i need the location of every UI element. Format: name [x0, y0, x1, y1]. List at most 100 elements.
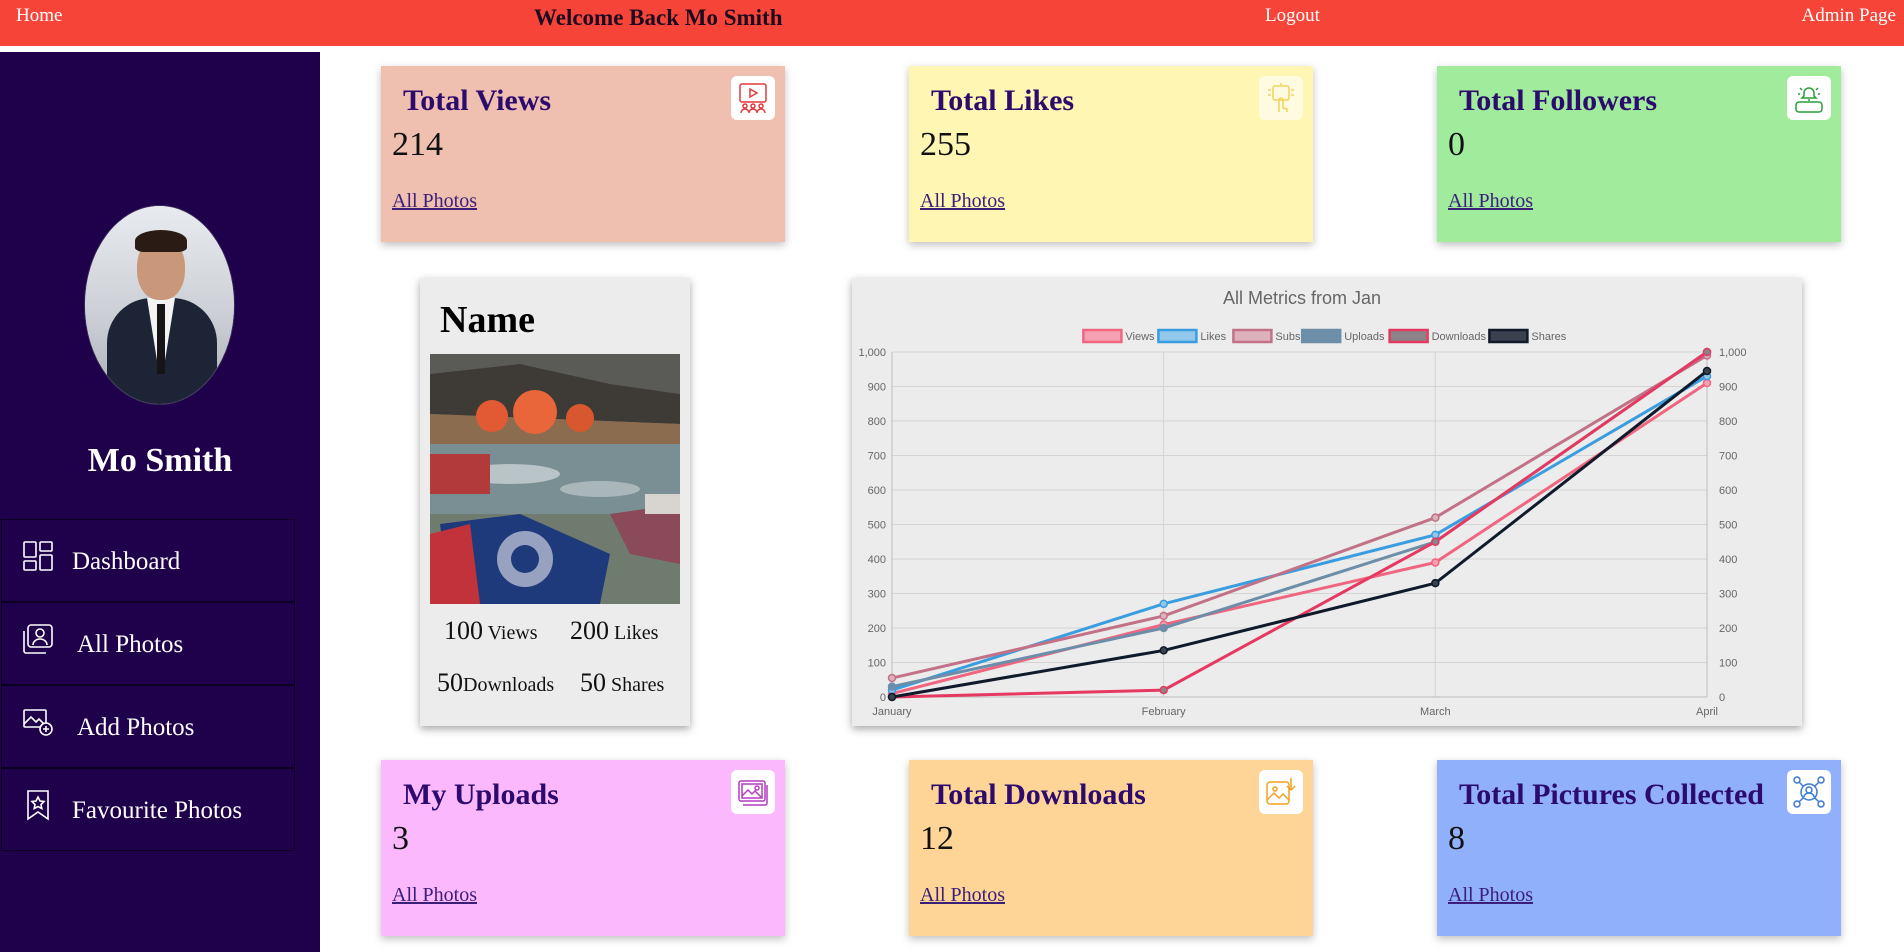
sidebar-item-dashboard[interactable]: Dashboard	[1, 519, 295, 602]
all-photos-link[interactable]: All Photos	[392, 190, 477, 213]
sidebar-item-all-photos[interactable]: All Photos	[1, 602, 295, 685]
legend-label: Views	[1125, 331, 1155, 343]
all-photos-link[interactable]: All Photos	[1448, 190, 1533, 213]
card-value: 8	[1448, 820, 1465, 857]
y-tick-label-right: 500	[1719, 520, 1737, 532]
card-title: Total Downloads	[931, 778, 1146, 811]
data-point	[1702, 366, 1712, 376]
legend-swatch	[1232, 328, 1273, 344]
metrics-chart-card: All Metrics from Jan 0 0 100 100 200 200 300 30…	[852, 278, 1802, 726]
y-tick-label-left: 100	[868, 658, 886, 670]
downloads-label: Downloads	[463, 674, 555, 696]
y-tick-label-left: 0	[880, 692, 886, 704]
views-count: 100	[444, 616, 483, 645]
all-photos-link[interactable]: All Photos	[1448, 884, 1533, 907]
y-tick-label-left: 300	[868, 589, 886, 601]
image-gallery-icon	[738, 780, 768, 806]
data-point	[1431, 537, 1440, 546]
series-line	[891, 354, 1708, 680]
legend-label: Likes	[1200, 331, 1226, 343]
y-tick-label-left: 600	[868, 485, 886, 497]
data-point	[1431, 558, 1440, 567]
data-point	[1431, 513, 1440, 522]
views-label: Views	[487, 622, 538, 644]
y-tick-label-left: 500	[868, 520, 886, 532]
all-photos-link[interactable]: All Photos	[920, 190, 1005, 213]
sidebar-item-label: All Photos	[77, 631, 184, 658]
all-photos-link[interactable]: All Photos	[920, 884, 1005, 907]
avatar	[84, 205, 235, 405]
y-tick-label-left: 700	[868, 451, 886, 463]
card-title: Total Views	[403, 84, 552, 117]
legend-swatch	[1488, 328, 1529, 344]
data-point	[1159, 623, 1168, 633]
likes-label: Likes	[614, 622, 659, 644]
add-photo-icon	[23, 709, 53, 736]
data-point	[1159, 599, 1168, 609]
all-photos-link[interactable]: All Photos	[392, 884, 477, 907]
data-point	[1159, 685, 1168, 695]
y-tick-label-right: 100	[1719, 658, 1737, 670]
data-point	[1159, 646, 1168, 655]
card-value: 3	[392, 820, 409, 857]
x-tick-label: January	[872, 706, 912, 718]
data-point	[1159, 611, 1168, 621]
subscribe-bell-icon	[1795, 87, 1823, 113]
sidebar-item-add-photos[interactable]: Add Photos	[1, 685, 295, 768]
admin-page-link[interactable]: Admin Page	[1802, 5, 1896, 27]
total-downloads-card: Total Downloads 12 All Photos	[909, 760, 1313, 936]
touch-screen-icon	[1268, 83, 1294, 112]
data-point	[1431, 530, 1440, 540]
y-tick-label-right: 300	[1719, 589, 1737, 601]
sidebar-item-favourite-photos[interactable]: Favourite Photos	[1, 768, 295, 851]
y-tick-label-right: 700	[1719, 451, 1737, 463]
legend-label: Downloads	[1432, 331, 1487, 343]
total-views-card: Total Views 214 All Photos	[381, 66, 785, 242]
shares-label: Shares	[611, 674, 665, 696]
total-followers-card: Total Followers 0 All Photos	[1437, 66, 1841, 242]
video-presentation-icon	[739, 83, 767, 114]
sidebar-item-label: Favourite Photos	[72, 797, 243, 824]
photo-name: Name	[440, 299, 535, 341]
x-tick-label: April	[1696, 706, 1718, 718]
y-tick-label-right: 0	[1719, 692, 1725, 704]
y-tick-label-right: 1,000	[1719, 347, 1747, 359]
bookmark-star-icon	[27, 790, 49, 821]
x-tick-label: March	[1420, 706, 1451, 718]
chart-title: All Metrics from Jan	[1223, 288, 1381, 308]
x-tick-label: February	[1142, 706, 1187, 718]
legend-swatch	[1082, 328, 1123, 344]
legend-label: Shares	[1531, 331, 1566, 343]
card-title: Total Pictures Collected	[1459, 778, 1764, 811]
data-point	[1431, 578, 1440, 588]
y-tick-label-right: 600	[1719, 485, 1737, 497]
y-tick-label-left: 1,000	[858, 347, 886, 359]
logout-link[interactable]: Logout	[1265, 5, 1320, 27]
total-pictures-collected-card: Total Pictures Collected 8 All Photos	[1437, 760, 1841, 936]
data-point	[1702, 347, 1712, 357]
welcome-message: Welcome Back Mo Smith	[534, 5, 783, 30]
legend-swatch	[1157, 328, 1198, 344]
shares-count: 50	[580, 668, 606, 697]
sidebar: Mo Smith Dashboard All Photos Add Photos	[0, 52, 320, 952]
legend-label: Subs	[1275, 331, 1301, 343]
metrics-line-chart: All Metrics from Jan 0 0 100 100 200 200 300 30…	[858, 288, 1747, 718]
legend-swatch	[1388, 328, 1429, 344]
y-tick-label-left: 800	[868, 416, 886, 428]
card-value: 255	[920, 126, 971, 163]
total-likes-card: Total Likes 255 All Photos	[909, 66, 1313, 242]
legend-swatch	[1300, 328, 1342, 344]
series-line	[891, 350, 1708, 689]
dashboard-icon	[23, 541, 53, 571]
y-tick-label-right: 200	[1719, 623, 1737, 635]
series-line	[891, 369, 1708, 699]
likes-count: 200	[570, 616, 609, 645]
y-tick-label-left: 200	[868, 623, 886, 635]
home-link[interactable]: Home	[16, 5, 62, 27]
card-title: Total Likes	[931, 84, 1075, 117]
data-point	[887, 682, 897, 691]
card-value: 0	[1448, 126, 1465, 163]
sidebar-username: Mo Smith	[87, 442, 233, 479]
card-value: 12	[920, 820, 954, 857]
photo-image[interactable]	[430, 354, 680, 604]
